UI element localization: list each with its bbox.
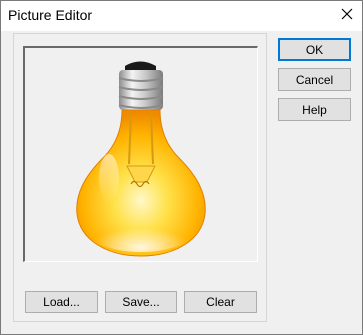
title-bar: Picture Editor: [1, 1, 362, 31]
close-button[interactable]: [332, 1, 362, 27]
cancel-button[interactable]: Cancel: [278, 68, 351, 91]
ok-button[interactable]: OK: [278, 38, 351, 61]
clear-button[interactable]: Clear: [184, 291, 257, 313]
picture-preview: [23, 46, 258, 262]
help-button[interactable]: Help: [278, 98, 351, 121]
save-button[interactable]: Save...: [105, 291, 177, 313]
light-bulb-icon: [76, 61, 206, 257]
window-title: Picture Editor: [8, 7, 93, 23]
load-button[interactable]: Load...: [25, 291, 98, 313]
close-icon: [341, 8, 353, 20]
